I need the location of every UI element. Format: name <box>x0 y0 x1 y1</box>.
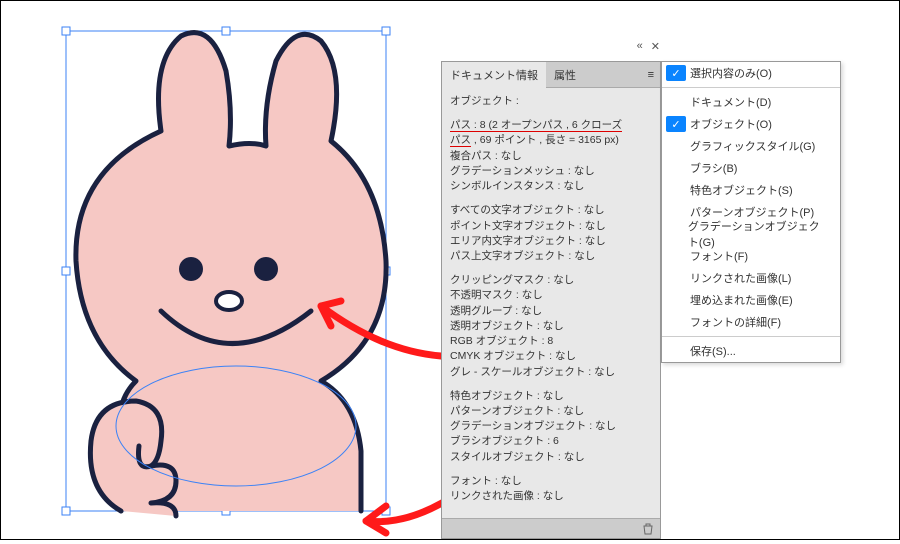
gray-obj-line: グレ - スケールオブジェクト : なし <box>450 365 652 380</box>
panel-footer <box>442 518 660 538</box>
artboard <box>1 1 441 541</box>
flyout-gradation-object[interactable]: グラデーションオブジェクト(G) <box>662 223 840 245</box>
eye-right <box>254 257 278 281</box>
panel-body: オブジェクト : パス : 8 (2 オープンパス , 6 クローズ パス , … <box>442 88 660 518</box>
panel-close-icon[interactable]: ✕ <box>651 40 660 53</box>
opacity-mask-line: 不透明マスク : なし <box>450 288 652 303</box>
path-count-line: パス : 8 (2 オープンパス , 6 クローズ <box>450 119 622 132</box>
pattern-obj-line: パターンオブジェクト : なし <box>450 404 652 419</box>
tab-attributes[interactable]: 属性 <box>546 62 584 88</box>
bunny-illustration <box>1 1 441 541</box>
path-text-line: パス上文字オブジェクト : なし <box>450 249 652 264</box>
grad-mesh-line: グラデーションメッシュ : なし <box>450 164 652 179</box>
flyout-embedded-image[interactable]: 埋め込まれた画像(E) <box>662 289 840 311</box>
trash-icon[interactable] <box>642 523 654 535</box>
panel-menu-button[interactable]: ≡ <box>642 65 660 85</box>
clip-mask-line: クリッピングマスク : なし <box>450 273 652 288</box>
trans-obj-line: 透明オブジェクト : なし <box>450 319 652 334</box>
rgb-obj-line: RGB オブジェクト : 8 <box>450 334 652 349</box>
object-header: オブジェクト : <box>450 95 519 107</box>
path-count-line2a: パス <box>450 134 471 147</box>
trans-group-line: 透明グループ : なし <box>450 304 652 319</box>
font-line: フォント : なし <box>450 474 652 489</box>
annotation-arrow-1 <box>301 291 451 371</box>
grad-obj-line: グラデーションオブジェクト : なし <box>450 419 652 434</box>
flyout-spot-object[interactable]: 特色オブジェクト(S) <box>662 179 840 201</box>
area-text-line: エリア内文字オブジェクト : なし <box>450 234 652 249</box>
brush-obj-line: ブラシオブジェクト : 6 <box>450 434 652 449</box>
nose <box>216 292 242 310</box>
flyout-font-detail[interactable]: フォントの詳細(F) <box>662 311 840 333</box>
flyout-graphic-style[interactable]: グラフィックスタイル(G) <box>662 135 840 157</box>
all-text-line: すべての文字オブジェクト : なし <box>450 203 652 218</box>
flyout-linked-image[interactable]: リンクされた画像(L) <box>662 267 840 289</box>
cmyk-obj-line: CMYK オブジェクト : なし <box>450 349 652 364</box>
document-info-panel: « ✕ ドキュメント情報 属性 ≡ オブジェクト : パス : 8 (2 オープ… <box>441 61 661 539</box>
panel-collapse-icon[interactable]: « <box>637 40 643 53</box>
linked-img-line: リンクされた画像 : なし <box>450 489 652 504</box>
panel-header: ドキュメント情報 属性 ≡ <box>442 62 660 88</box>
style-obj-line: スタイルオブジェクト : なし <box>450 450 652 465</box>
flyout-document[interactable]: ドキュメント(D) <box>662 91 840 113</box>
tab-document-info[interactable]: ドキュメント情報 <box>442 62 546 88</box>
check-icon: ✓ <box>666 65 686 81</box>
point-text-line: ポイント文字オブジェクト : なし <box>450 219 652 234</box>
flyout-selection-only[interactable]: ✓選択内容のみ(O) <box>662 62 840 84</box>
flyout-object[interactable]: ✓オブジェクト(O) <box>662 113 840 135</box>
flyout-brush[interactable]: ブラシ(B) <box>662 157 840 179</box>
flyout-save[interactable]: 保存(S)... <box>662 340 840 362</box>
compound-path-line: 複合パス : なし <box>450 149 652 164</box>
symbol-inst-line: シンボルインスタンス : なし <box>450 179 652 194</box>
path-count-line2b: , 69 ポイント , 長さ = 3165 px) <box>471 134 619 146</box>
eye-left <box>179 257 203 281</box>
check-icon: ✓ <box>666 116 686 132</box>
panel-flyout-menu: ✓選択内容のみ(O) ドキュメント(D) ✓オブジェクト(O) グラフィックスタ… <box>661 61 841 363</box>
spot-obj-line: 特色オブジェクト : なし <box>450 389 652 404</box>
